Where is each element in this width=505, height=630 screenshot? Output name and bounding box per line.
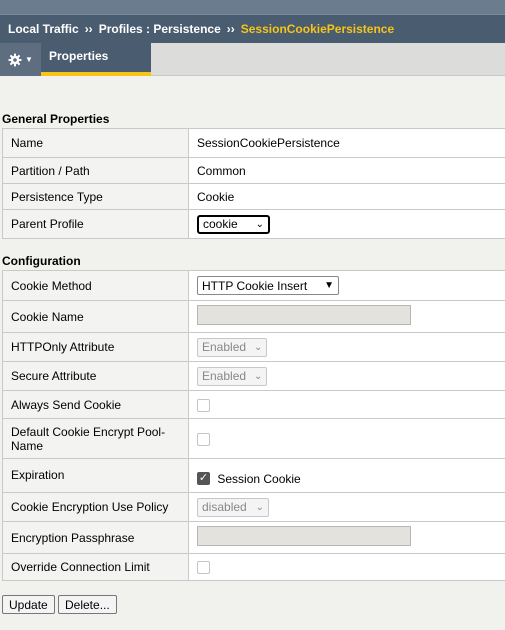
- cookie-method-select[interactable]: HTTP Cookie Insert ▼: [197, 276, 339, 295]
- parent-profile-select-value: cookie: [203, 217, 238, 231]
- general-properties-table: Name SessionCookiePersistence Partition …: [2, 128, 505, 239]
- partition-path-value: Common: [188, 157, 505, 184]
- override-connection-limit-checkbox[interactable]: [197, 561, 210, 575]
- table-row: Encryption Passphrase: [2, 521, 505, 554]
- breadcrumb: Local Traffic ›› Profiles : Persistence …: [0, 14, 505, 43]
- table-row: Override Connection Limit: [2, 553, 505, 581]
- cookie-method-label: Cookie Method: [2, 270, 189, 301]
- tab-bar: ▼ Properties: [0, 43, 505, 76]
- httponly-attribute-select[interactable]: Enabled ⌄: [197, 337, 267, 357]
- chevron-down-icon: ▼: [25, 54, 33, 64]
- table-row: Name SessionCookiePersistence: [2, 128, 505, 158]
- cookie-encryption-use-policy-select-value: disabled: [202, 500, 247, 514]
- chevron-down-icon: ⌄: [254, 341, 263, 353]
- table-row: Partition / Path Common: [2, 157, 505, 184]
- table-row: Persistence Type Cookie: [2, 183, 505, 210]
- default-cookie-encrypt-pool-name-checkbox[interactable]: [197, 432, 210, 446]
- table-row: HTTPOnly Attribute Enabled ⌄: [2, 332, 505, 362]
- secure-attribute-select[interactable]: Enabled ⌄: [197, 366, 267, 386]
- persistence-type-value: Cookie: [188, 183, 505, 210]
- table-row: Cookie Encryption Use Policy disabled ⌄: [2, 492, 505, 522]
- top-strip: [0, 0, 505, 14]
- update-button[interactable]: Update: [2, 595, 55, 614]
- default-cookie-encrypt-pool-name-label: Default Cookie Encrypt Pool-Name: [2, 418, 189, 459]
- tab-properties[interactable]: Properties: [41, 43, 151, 76]
- configuration-table: Cookie Method HTTP Cookie Insert ▼ Cooki…: [2, 270, 505, 581]
- httponly-attribute-select-value: Enabled: [202, 340, 247, 354]
- breadcrumb-separator: ››: [226, 22, 235, 36]
- name-value: SessionCookiePersistence: [188, 128, 505, 158]
- table-row: Parent Profile cookie ⌄: [2, 209, 505, 239]
- table-row: Always Send Cookie: [2, 390, 505, 419]
- secure-attribute-label: Secure Attribute: [2, 361, 189, 391]
- general-properties-title: General Properties: [2, 112, 110, 126]
- cookie-encryption-use-policy-label: Cookie Encryption Use Policy: [2, 492, 189, 522]
- name-label: Name: [2, 128, 189, 158]
- partition-path-label: Partition / Path: [2, 157, 189, 184]
- persistence-type-label: Persistence Type: [2, 183, 189, 210]
- httponly-attribute-label: HTTPOnly Attribute: [2, 332, 189, 362]
- chevron-down-icon: ⌄: [255, 218, 264, 230]
- table-row: Cookie Method HTTP Cookie Insert ▼: [2, 270, 505, 301]
- parent-profile-select[interactable]: cookie ⌄: [197, 214, 270, 234]
- chevron-down-icon: ⌄: [255, 501, 264, 513]
- always-send-cookie-label: Always Send Cookie: [2, 390, 189, 419]
- gear-menu-button[interactable]: ▼: [0, 43, 41, 76]
- breadcrumb-local-traffic[interactable]: Local Traffic: [8, 22, 79, 36]
- breadcrumb-current: SessionCookiePersistence: [240, 22, 395, 36]
- cookie-name-input[interactable]: [197, 305, 411, 325]
- session-cookie-label: Session Cookie: [217, 471, 301, 486]
- parent-profile-label: Parent Profile: [2, 209, 189, 239]
- table-row: Expiration ✓ Session Cookie: [2, 458, 505, 493]
- encryption-passphrase-label: Encryption Passphrase: [2, 521, 189, 554]
- configuration-title: Configuration: [2, 254, 81, 268]
- encryption-passphrase-input[interactable]: [197, 526, 411, 546]
- always-send-cookie-checkbox[interactable]: [197, 398, 210, 412]
- session-cookie-checkbox[interactable]: ✓: [197, 472, 210, 486]
- delete-button[interactable]: Delete...: [58, 595, 117, 614]
- cookie-encryption-use-policy-select[interactable]: disabled ⌄: [197, 497, 269, 517]
- gear-icon: [8, 53, 22, 67]
- expiration-label: Expiration: [2, 458, 189, 493]
- table-row: Secure Attribute Enabled ⌄: [2, 361, 505, 391]
- chevron-down-icon: ▼: [324, 280, 334, 291]
- cookie-method-select-value: HTTP Cookie Insert: [202, 278, 308, 293]
- secure-attribute-select-value: Enabled: [202, 369, 247, 383]
- override-connection-limit-label: Override Connection Limit: [2, 553, 189, 581]
- cookie-name-label: Cookie Name: [2, 300, 189, 333]
- table-row: Default Cookie Encrypt Pool-Name: [2, 418, 505, 459]
- chevron-down-icon: ⌄: [254, 370, 263, 382]
- breadcrumb-separator: ››: [84, 22, 93, 36]
- table-row: Cookie Name: [2, 300, 505, 333]
- breadcrumb-profiles-persistence[interactable]: Profiles : Persistence: [99, 22, 221, 36]
